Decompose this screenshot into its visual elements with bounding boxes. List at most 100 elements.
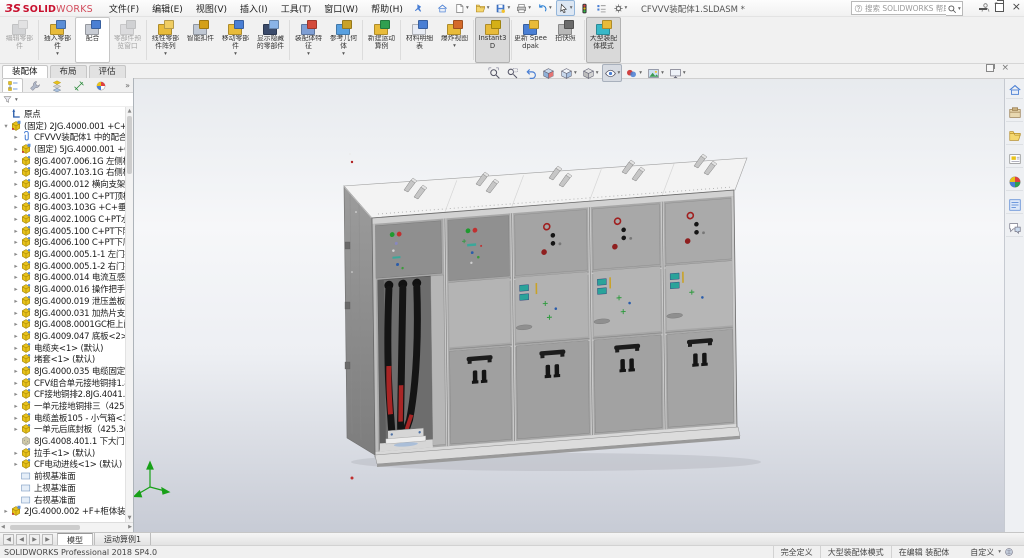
panel-tab-featuremanager-tree[interactable]: [2, 78, 23, 92]
view-settings-button[interactable]: ▾: [667, 64, 688, 82]
status-customize[interactable]: 自定义 ▾: [956, 547, 1024, 558]
tree-item[interactable]: 8JG.4008.401.1 下大门(小气: [0, 435, 126, 447]
tree-item[interactable]: ▸ 拉手<1> (默认): [0, 447, 126, 459]
hide-show-items-button[interactable]: ▾: [602, 64, 623, 82]
tree-vertical-scrollbar[interactable]: ▲ ▼: [125, 107, 133, 522]
expand-arrow[interactable]: ▸: [12, 344, 20, 352]
tree-item[interactable]: ▸ 一单元接地铜排三（425）8: [0, 400, 126, 412]
expand-arrow[interactable]: ▸: [12, 449, 20, 457]
tree-item[interactable]: ▸ 8JG.4000.035 电缆固定架<: [0, 365, 126, 377]
tree-item[interactable]: ▸ 8JG.4003.103G +C+垂直隔: [0, 202, 126, 214]
expand-arrow[interactable]: ▸: [12, 203, 20, 211]
zoom-to-fit-button[interactable]: [486, 64, 503, 82]
ribbon-大型装配体模式[interactable]: 大型装配体模式: [586, 17, 621, 63]
select-button[interactable]: ▾: [556, 0, 575, 16]
tab-布局[interactable]: 布局: [50, 65, 87, 78]
ribbon-显示隐藏的零部件[interactable]: 显示隐藏的零部件: [253, 17, 288, 63]
menu-帮助H[interactable]: 帮助(H): [371, 2, 403, 15]
scroll-up-arrow[interactable]: ▲: [126, 107, 133, 115]
expand-arrow[interactable]: ▸: [12, 320, 20, 328]
ribbon-智能扣件[interactable]: 智能扣件: [183, 17, 218, 63]
expand-arrow[interactable]: ▸: [12, 332, 20, 340]
expand-arrow[interactable]: ▸: [12, 355, 20, 363]
tree-item[interactable]: ▸ 8JG.4000.014 电流互感器支: [0, 272, 126, 284]
open-button[interactable]: ▾: [473, 0, 492, 16]
expand-arrow[interactable]: ▸: [12, 367, 20, 375]
ribbon-移动零部件[interactable]: 移动零部件 ▾: [218, 17, 253, 63]
expand-arrow[interactable]: ▸: [12, 285, 20, 293]
expand-arrow[interactable]: ▸: [12, 379, 20, 387]
tree-horizontal-scrollbar[interactable]: ◀ ▶: [0, 522, 133, 532]
tree-item[interactable]: ▸ 8JG.4000.031 加热片支架 <: [0, 307, 126, 319]
tree-item[interactable]: ▸ 8JG.4009.047 底板<2> (默: [0, 330, 126, 342]
tree-item[interactable]: ▸ 8JG.4006.100 C+PT下底后板: [0, 237, 126, 249]
tree-item[interactable]: 上视基准面: [0, 482, 126, 494]
close-button[interactable]: ×: [1012, 2, 1021, 12]
expand-arrow[interactable]: ▸: [12, 133, 20, 141]
expand-arrow[interactable]: ▸: [12, 180, 20, 188]
expand-arrow[interactable]: ▸: [12, 297, 20, 305]
panel-tabs-overflow[interactable]: »: [125, 81, 133, 90]
expand-arrow[interactable]: ▸: [12, 227, 20, 235]
ribbon-新建运动算例[interactable]: 新建运动算例: [364, 17, 399, 63]
view-orientation-button[interactable]: ▾: [558, 64, 579, 82]
tab-nav-next[interactable]: ▶: [29, 534, 40, 545]
tree-item[interactable]: 右视基准面: [0, 494, 126, 506]
tree-item[interactable]: ▸ 8JG.4007.006.1G 左侧板-侧: [0, 155, 126, 167]
tree-item[interactable]: ▸ 电缆盖板105 - 小气箱<1> (: [0, 412, 126, 424]
ribbon-参考几何体[interactable]: 参考几何体 ▾: [326, 17, 361, 63]
expand-arrow[interactable]: ▸: [12, 250, 20, 258]
save-button[interactable]: ▾: [493, 0, 512, 16]
scroll-down-arrow[interactable]: ▼: [126, 514, 133, 522]
ribbon-Instant3D[interactable]: Instant3D: [475, 17, 510, 63]
expand-arrow[interactable]: ▸: [12, 215, 20, 223]
tree-item[interactable]: 前视基准面: [0, 470, 126, 482]
panel-tab-displaymanager[interactable]: [90, 78, 111, 92]
tree-item[interactable]: ▸ 8JG.4000.005.1-2 右门挡（: [0, 260, 126, 272]
pin-icon[interactable]: [413, 3, 423, 13]
doc-close-button[interactable]: ×: [1001, 64, 1009, 72]
panel-tab-dimxpertmanager[interactable]: [68, 78, 89, 92]
tree-item[interactable]: ▸ CFVVV装配体1 中的配合: [0, 131, 126, 143]
tab-装配体[interactable]: 装配体: [2, 65, 48, 78]
tree-item[interactable]: ▸ CFV组合单元接地铜排1.8JG: [0, 377, 126, 389]
solidworks-forum-button[interactable]: [1006, 219, 1023, 237]
expand-arrow[interactable]: ▸: [12, 192, 20, 200]
tree-item[interactable]: ▸ 一单元后底封板（425.360）: [0, 424, 126, 436]
search-input[interactable]: 搜索 SOLIDWORKS 帮助: [851, 1, 949, 15]
menu-视图V[interactable]: 视图(V): [196, 2, 227, 15]
panel-tab-configurationmanager[interactable]: [46, 78, 67, 92]
display-style-button[interactable]: ▾: [580, 64, 601, 82]
design-library-button[interactable]: [1006, 104, 1023, 122]
menu-插入I[interactable]: 插入(I): [240, 2, 268, 15]
expand-arrow[interactable]: ▾: [2, 122, 10, 130]
tree-item[interactable]: ▸ 8JG.4002.100G C+PT水平隔: [0, 213, 126, 225]
expand-arrow[interactable]: ▸: [12, 414, 20, 422]
undo-button[interactable]: ▾: [535, 0, 554, 16]
expand-arrow[interactable]: ▸: [12, 425, 20, 433]
tab-nav-last[interactable]: ▶: [42, 534, 53, 545]
ribbon-线性零部件阵列[interactable]: 线性零部件阵列 ▾: [148, 17, 183, 63]
menu-窗口W[interactable]: 窗口(W): [324, 2, 358, 15]
settings-gear-button[interactable]: ▾: [611, 0, 630, 16]
expand-arrow[interactable]: ▸: [12, 168, 20, 176]
expand-arrow[interactable]: ▸: [12, 145, 20, 153]
expand-arrow[interactable]: ▸: [12, 262, 20, 270]
scrollbar-thumb[interactable]: [127, 116, 132, 174]
expand-arrow[interactable]: ▸: [12, 460, 20, 468]
ribbon-材料明细表[interactable]: 材料明细表: [402, 17, 437, 63]
view-palette-button[interactable]: [1006, 150, 1023, 168]
previous-view-button[interactable]: [522, 64, 539, 82]
expand-arrow[interactable]: ▸: [12, 402, 20, 410]
appearances-scenes-button[interactable]: [1006, 173, 1023, 191]
custom-properties-button[interactable]: [1006, 196, 1023, 214]
tree-item[interactable]: ▸ 8JG.4000.012 横向支架 <1: [0, 178, 126, 190]
tree-item[interactable]: ▸ 2JG.4000.002 +F+柜体装配<1>: [0, 505, 126, 517]
menu-编辑E[interactable]: 编辑(E): [152, 2, 183, 15]
scrollbar-thumb[interactable]: [10, 525, 80, 530]
file-explorer-button[interactable]: [1006, 127, 1023, 145]
tree-filter[interactable]: ▾: [0, 93, 133, 107]
search-button[interactable]: ▾: [946, 1, 963, 16]
rebuild-button[interactable]: [577, 0, 592, 16]
tree-item[interactable]: ▸ 8JG.4001.100 C+PT顶板<1: [0, 190, 126, 202]
